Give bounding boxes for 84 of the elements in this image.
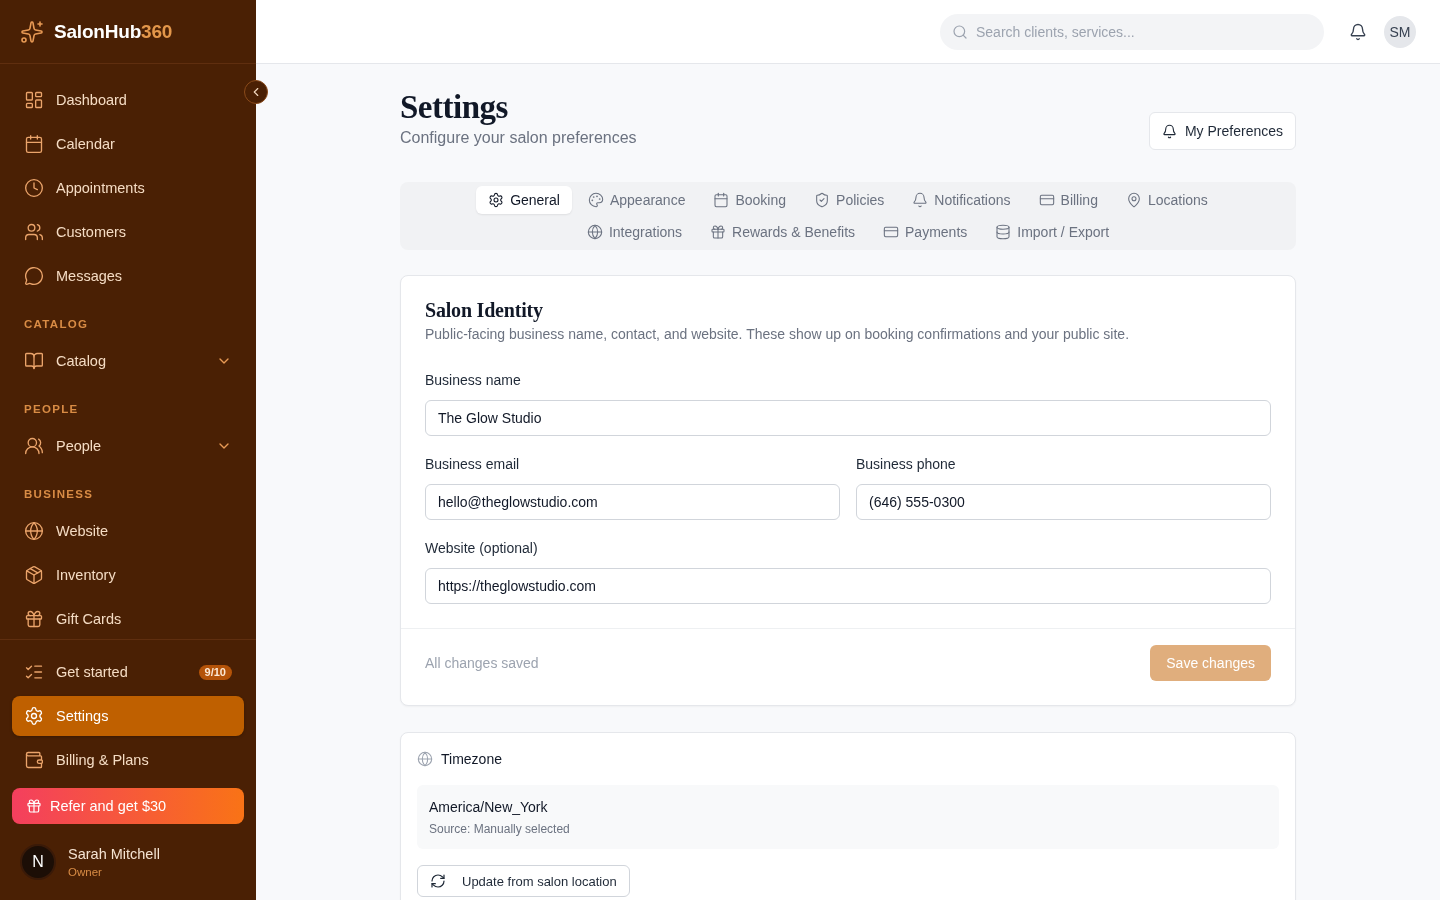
settings-tab[interactable]: Integrations xyxy=(574,218,695,246)
clock-icon xyxy=(24,178,44,198)
input-field[interactable]: (646) 555-0300 xyxy=(856,484,1271,520)
page-title: Settings xyxy=(400,88,509,126)
card-icon xyxy=(1038,192,1055,208)
step-count-badge: 9/10 xyxy=(198,664,232,680)
globe-icon xyxy=(586,224,603,240)
field-label: Business email xyxy=(425,455,521,474)
brand-name: SalonHub360 xyxy=(54,20,173,43)
settings-tab[interactable]: Import / Export xyxy=(983,218,1122,246)
shield-icon xyxy=(814,192,831,208)
sidebar-nav-item[interactable]: Get started 9/10 xyxy=(12,652,244,692)
bell-icon xyxy=(1161,123,1177,139)
grid-icon xyxy=(24,90,44,110)
input-field[interactable]: https://theglowstudio.com xyxy=(425,568,1271,604)
field-label: Website (optional) xyxy=(425,539,539,558)
sparkle-icon xyxy=(20,19,44,44)
gift-icon xyxy=(24,609,44,629)
sidebar-nav-item[interactable]: Dashboard xyxy=(12,80,244,120)
settings-tab[interactable]: Payments xyxy=(871,218,980,246)
user-avatar[interactable]: SM xyxy=(1384,15,1416,48)
settings-icon xyxy=(24,706,44,726)
sidebar-nav-item[interactable]: Messages xyxy=(12,256,244,296)
gift-icon xyxy=(26,798,42,814)
sidebar-nav-item[interactable]: Catalog xyxy=(12,341,244,381)
settings-tab[interactable]: Appearance xyxy=(575,186,698,214)
bell-icon xyxy=(912,192,929,208)
input-field[interactable]: hello@theglowstudio.com xyxy=(425,484,840,520)
calendar-icon xyxy=(713,192,730,208)
settings-tab[interactable]: General xyxy=(476,186,572,214)
search-field[interactable]: Search clients, services... xyxy=(940,13,1324,50)
update-location-button[interactable]: Update from salon location xyxy=(417,865,630,897)
settings-tab[interactable]: Notifications xyxy=(900,186,1023,214)
settings-tab[interactable]: Booking xyxy=(701,186,799,214)
section-heading: BUSINESS xyxy=(24,487,95,502)
map-pin-icon xyxy=(1125,192,1142,208)
sidebar-nav-item[interactable]: Gift Cards xyxy=(12,599,244,639)
user-avatar: N xyxy=(20,844,56,880)
card-icon xyxy=(883,224,900,240)
page-subtitle: Configure your salon preferences xyxy=(400,128,637,148)
sidebar-nav-item[interactable]: Appointments xyxy=(12,168,244,208)
sidebar-nav-item[interactable]: Calendar xyxy=(12,124,244,164)
save-status: All changes saved xyxy=(425,655,539,671)
wallet-icon xyxy=(24,750,44,770)
field-label: Business phone xyxy=(856,455,957,474)
collapse-sidebar-button[interactable] xyxy=(244,80,268,104)
book-icon xyxy=(24,351,44,371)
settings-tab[interactable]: Locations xyxy=(1113,186,1220,214)
sidebar-nav-item[interactable]: Settings xyxy=(12,696,244,736)
sidebar-nav-item[interactable]: Inventory xyxy=(12,555,244,595)
user-name: Sarah Mitchell xyxy=(68,844,160,864)
section-heading: CATALOG xyxy=(24,317,90,332)
chat-bubble-icon xyxy=(24,266,44,286)
people-icon xyxy=(24,222,44,242)
bell-icon xyxy=(1349,22,1367,41)
database-icon xyxy=(995,224,1012,240)
input-field[interactable]: The Glow Studio xyxy=(425,400,1271,436)
sidebar-nav-item[interactable]: People xyxy=(12,426,244,466)
gift-icon xyxy=(710,224,727,240)
sidebar-nav-item[interactable]: Billing & Plans xyxy=(12,740,244,780)
sidebar-nav-item[interactable]: Customers xyxy=(12,212,244,252)
user-role: Owner xyxy=(68,864,103,880)
settings-tab[interactable]: Billing xyxy=(1026,186,1110,214)
field-label: Business name xyxy=(425,371,522,390)
sidebar-nav-item[interactable]: Website xyxy=(12,511,244,551)
my-preferences-button[interactable]: My Preferences xyxy=(1148,112,1296,150)
refresh-icon xyxy=(430,873,446,889)
settings-tab[interactable]: Policies xyxy=(802,186,897,214)
package-icon xyxy=(24,565,44,585)
settings-icon xyxy=(488,192,505,208)
card-title: Salon Identity xyxy=(425,298,544,322)
checklist-icon xyxy=(24,662,44,682)
search-icon xyxy=(952,23,968,40)
people-icon xyxy=(24,436,44,456)
palette-icon xyxy=(587,192,604,208)
globe-icon xyxy=(417,751,433,767)
globe-icon xyxy=(24,521,44,541)
timezone-source: Source: Manually selected xyxy=(429,821,571,837)
card-description: Public-facing business name, contact, and website. These show up on booking confirmations and your public site. xyxy=(425,325,1131,344)
timezone-value: America/New_York xyxy=(429,798,549,817)
calendar-icon xyxy=(24,134,44,154)
settings-tab[interactable]: Rewards & Benefits xyxy=(698,218,868,246)
card-title: Timezone xyxy=(441,750,502,769)
section-heading: PEOPLE xyxy=(24,402,80,417)
